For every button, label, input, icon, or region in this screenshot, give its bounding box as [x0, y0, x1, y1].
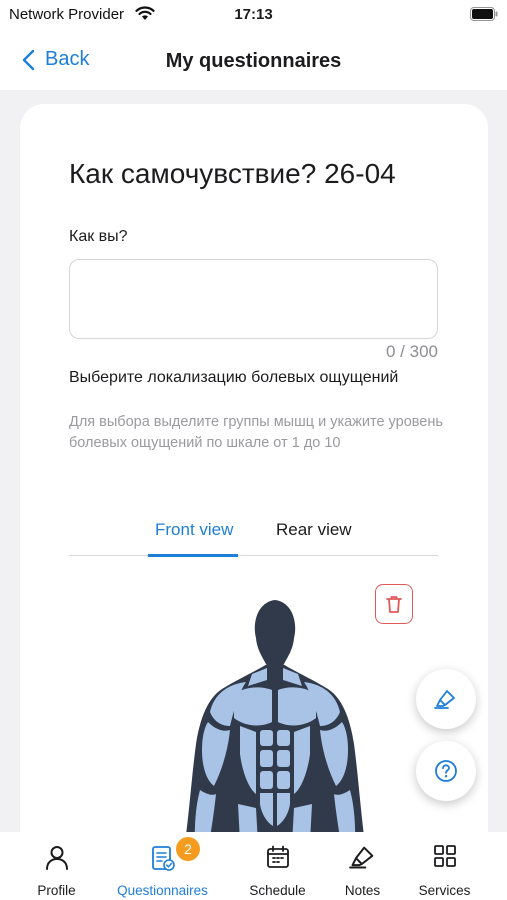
body-front-map[interactable] — [160, 594, 390, 864]
tabbar-label-profile: Profile — [37, 883, 76, 898]
questionnaire-icon — [151, 846, 175, 871]
active-tab-indicator — [148, 554, 238, 557]
tabbar-label-questionnaires: Questionnaires — [117, 883, 208, 898]
question-label: Как вы? — [69, 228, 128, 245]
char-counter: 0 / 300 — [386, 342, 438, 361]
tab-rear-view[interactable]: Rear view — [276, 520, 352, 540]
pain-hint-text: Для выбора выделите группы мышц и укажит… — [69, 414, 443, 451]
page-title: My questionnaires — [165, 50, 342, 72]
question-icon — [435, 760, 457, 782]
help-button[interactable] — [416, 741, 476, 801]
tab-front-view[interactable]: Front view — [155, 520, 233, 540]
head — [254, 600, 296, 664]
tabbar-item-services[interactable]: Services — [394, 832, 495, 900]
view-tabs: Front view Rear view — [69, 514, 438, 557]
status-bar: Network Provider 17:13 — [0, 0, 507, 30]
left-pectoral — [234, 687, 272, 726]
pain-location-label: Выберите локализацию болевых ощущений — [69, 369, 399, 386]
grid-icon — [433, 845, 456, 867]
person-icon — [45, 846, 68, 870]
calendar-icon — [266, 845, 289, 868]
answer-textarea[interactable] — [69, 259, 438, 339]
highlight-tool-button[interactable] — [416, 669, 476, 729]
questionnaire-card: Как самочувствие? 26-04 Как вы? 0 / 300 … — [20, 104, 488, 864]
tabbar-item-profile[interactable]: Profile — [6, 832, 107, 900]
right-pectoral — [278, 687, 316, 726]
highlighter-icon — [434, 690, 455, 709]
highlighter-icon — [348, 846, 373, 869]
questionnaire-title: Как самочувствие? 26-04 — [69, 158, 396, 189]
navigation-bar: Back My questionnaires — [0, 30, 507, 90]
clock: 17:13 — [234, 6, 273, 23]
bottom-tab-bar: Profile Questionnaires 2 Schedule Notes — [0, 832, 507, 900]
notification-badge: 2 — [176, 837, 200, 861]
battery-icon — [470, 7, 498, 21]
tabbar-label-services: Services — [418, 883, 471, 898]
